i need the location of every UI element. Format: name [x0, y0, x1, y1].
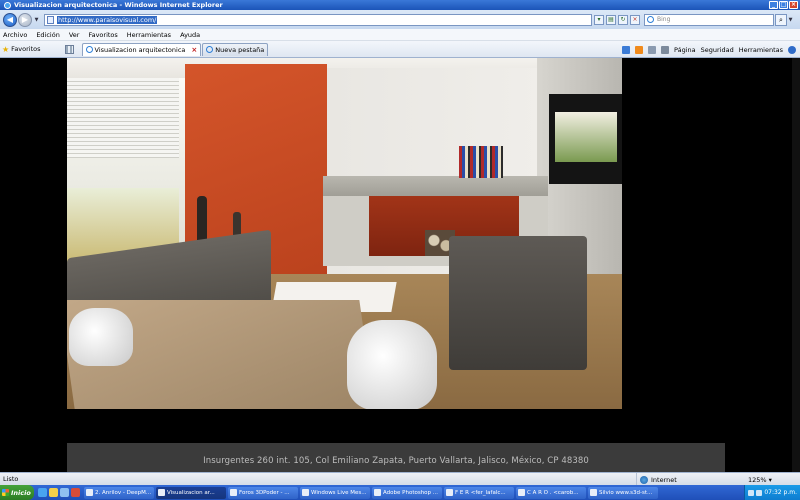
title-bar: Visualizacion arquitectonica - Windows I… [0, 0, 800, 10]
taskbar-item[interactable]: Windows Live Mes... [300, 486, 370, 499]
page-content: Insurgentes 260 int. 105, Col Emiliano Z… [0, 58, 800, 472]
home-icon[interactable] [621, 45, 630, 54]
rss-feed-icon[interactable] [634, 45, 643, 54]
compat-view-icon[interactable]: ▤ [606, 14, 616, 25]
bing-icon [647, 16, 654, 23]
start-button[interactable]: Inicio [0, 485, 34, 500]
forward-button[interactable]: ▶ [18, 12, 32, 27]
tab-visualizacion[interactable]: Visualizacion arquitectonica × [81, 42, 202, 56]
clock[interactable]: 07:32 p.m. [764, 489, 797, 496]
menu-ayuda[interactable]: Ayuda [180, 31, 200, 39]
mail-icon[interactable] [647, 45, 656, 54]
favorites-star-icon[interactable]: ★ [2, 45, 9, 54]
tab-page-icon [85, 46, 93, 53]
system-tray: 07:32 p.m. [744, 485, 800, 500]
search-input[interactable]: Bing [644, 13, 774, 26]
tab-label: Visualizacion arquitectonica [94, 45, 186, 54]
ie-logo-icon [4, 1, 11, 9]
windows-flag-icon [2, 489, 9, 496]
print-icon[interactable] [660, 45, 669, 54]
messenger-quicklaunch-icon[interactable] [60, 488, 69, 497]
tray-volume-icon[interactable] [756, 489, 763, 496]
page-menu[interactable]: Página [674, 46, 696, 54]
taskbar-item[interactable]: Silvio www.s3d-st... [588, 486, 658, 499]
vertical-scrollbar[interactable] [792, 58, 800, 472]
taskbar-item-active[interactable]: Visualizacion ar... [156, 486, 226, 499]
page-icon [47, 15, 54, 24]
zoom-level: 125% [748, 475, 767, 484]
security-menu[interactable]: Seguridad [701, 46, 734, 54]
command-bar: Página Seguridad Herramientas [621, 41, 796, 58]
app-quicklaunch-icon[interactable] [71, 488, 80, 497]
internet-zone-icon [640, 475, 648, 484]
tools-menu[interactable]: Herramientas [739, 46, 783, 54]
history-dropdown-icon[interactable]: ▼ [33, 16, 40, 24]
minimize-button[interactable]: _ [769, 1, 778, 9]
address-input[interactable]: http://www.paraisovisual.com/ [44, 13, 592, 26]
start-label: Inicio [11, 488, 31, 497]
zone-label: Internet [651, 475, 677, 484]
tray-network-icon[interactable] [748, 489, 755, 496]
address-dropdown-button[interactable]: ▾ [594, 14, 604, 25]
menu-herramientas[interactable]: Herramientas [127, 31, 171, 39]
window-title: Visualizacion arquitectonica - Windows I… [14, 1, 223, 9]
close-window-button[interactable]: × [789, 1, 798, 9]
taskbar-item[interactable]: F E R <fer_lafalc... [444, 486, 514, 499]
footer-address-text: Insurgentes 260 int. 105, Col Emiliano Z… [203, 456, 589, 466]
maximize-button[interactable]: □ [779, 1, 788, 9]
search-placeholder: Bing [657, 16, 671, 23]
search-options-dropdown-icon[interactable]: ▼ [787, 16, 794, 24]
favorites-tab-bar: ★ Favoritos Visualizacion arquitectonica… [0, 41, 800, 58]
tab-label: Nueva pestaña [215, 45, 265, 54]
quick-tabs-icon[interactable] [64, 44, 74, 54]
windows-taskbar: Inicio 2. Anrilov - DeepM... Visualizaci… [0, 485, 800, 500]
search-button[interactable]: ⌕ [775, 13, 787, 26]
stop-button[interactable]: × [630, 14, 640, 25]
quick-launch [38, 488, 80, 497]
taskbar-item[interactable]: C A R O . <carob... [516, 486, 586, 499]
menu-favoritos[interactable]: Favoritos [88, 31, 117, 39]
site-footer-address: Insurgentes 260 int. 105, Col Emiliano Z… [67, 443, 725, 472]
window-controls: _ □ × [769, 1, 798, 9]
menu-ver[interactable]: Ver [69, 31, 80, 39]
folder-quicklaunch-icon[interactable] [49, 488, 58, 497]
tab-page-icon [206, 46, 214, 53]
taskbar-item[interactable]: Adobe Photoshop ... [372, 486, 442, 499]
help-icon[interactable] [788, 45, 796, 54]
architectural-render-image [67, 58, 622, 409]
favorites-button[interactable]: Favoritos [11, 45, 40, 53]
close-tab-icon[interactable]: × [191, 46, 197, 54]
back-button[interactable]: ◀ [3, 12, 17, 27]
tab-nueva-pestana[interactable]: Nueva pestaña [202, 42, 269, 56]
ie-window: Visualizacion arquitectonica - Windows I… [0, 0, 800, 500]
refresh-button[interactable]: ↻ [618, 14, 628, 25]
menu-archivo[interactable]: Archivo [3, 31, 27, 39]
menu-bar: Archivo Edición Ver Favoritos Herramient… [0, 29, 800, 41]
zoom-dropdown-icon[interactable]: ▾ [769, 476, 772, 484]
address-toolbar: ◀ ▶ ▼ http://www.paraisovisual.com/ ▾ ▤ … [0, 10, 800, 29]
menu-edicion[interactable]: Edición [36, 31, 60, 39]
url-text[interactable]: http://www.paraisovisual.com/ [57, 15, 158, 24]
taskbar-item[interactable]: 2. Anrilov - DeepM... [84, 486, 154, 499]
taskbar-item[interactable]: Foros 3DPoder - ... [228, 486, 298, 499]
status-text: Listo [3, 475, 19, 483]
ie-quicklaunch-icon[interactable] [38, 488, 47, 497]
status-bar: Listo Internet 125% ▾ [0, 472, 800, 486]
